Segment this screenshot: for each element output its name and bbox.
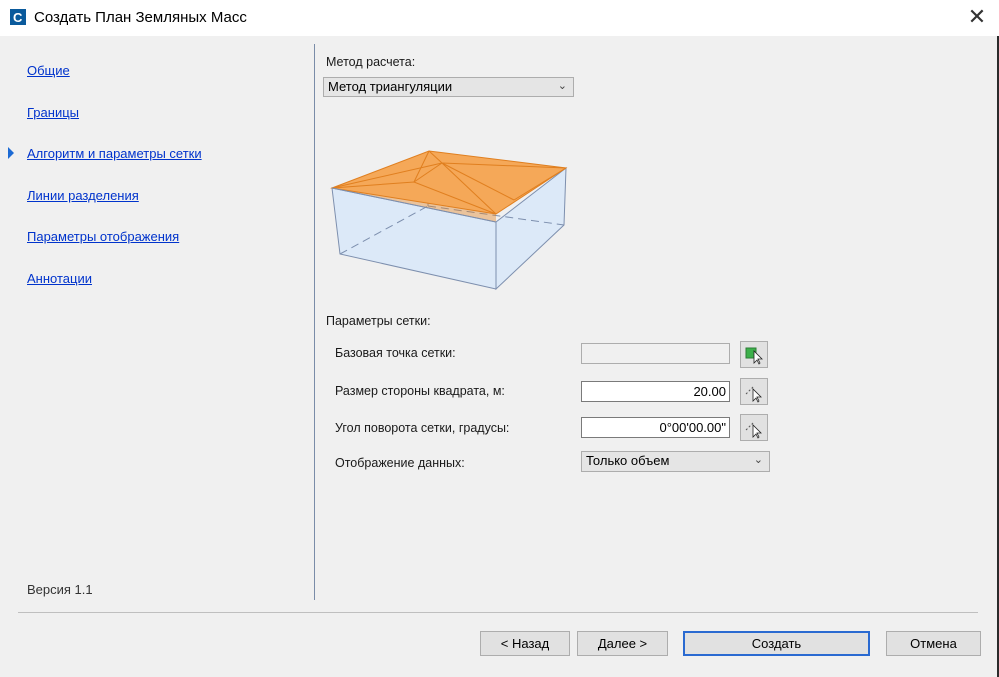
create-button[interactable]: Создать [683, 631, 870, 656]
pick-point-icon [745, 347, 763, 365]
nav-item-split-lines[interactable]: Линии разделения [27, 188, 139, 203]
rotation-field[interactable]: 0°00'00.00" [581, 417, 730, 438]
chevron-down-icon: ⌄ [557, 80, 567, 92]
svg-text:C: C [13, 10, 23, 25]
version-label: Версия 1.1 [27, 582, 93, 597]
pick-angle-icon [745, 421, 762, 439]
method-label: Метод расчета: [326, 55, 416, 69]
method-select[interactable]: Метод триангуляции ⌄ [323, 77, 574, 97]
current-step-arrow-icon [8, 147, 14, 159]
nav-item-display-params[interactable]: Параметры отображения [27, 229, 179, 244]
square-size-field[interactable]: 20.00 [581, 381, 730, 402]
pick-angle-button[interactable] [740, 414, 768, 441]
pick-base-point-button[interactable] [740, 341, 768, 368]
nav-item-general[interactable]: Общие [27, 63, 70, 78]
civil3d-app-icon: C [10, 9, 26, 25]
nav-item-annotations[interactable]: Аннотации [27, 271, 92, 286]
vertical-divider [314, 44, 315, 600]
title-bar: C Создать План Земляных Масс ✕ [0, 0, 999, 36]
grid-params-header: Параметры сетки: [326, 314, 431, 328]
pick-distance-button[interactable] [740, 378, 768, 405]
triangulation-illustration [330, 150, 568, 291]
base-point-field[interactable] [581, 343, 730, 364]
nav-item-boundaries[interactable]: Границы [27, 105, 79, 120]
close-icon[interactable]: ✕ [962, 4, 992, 30]
data-display-label: Отображение данных: [335, 456, 465, 470]
method-select-value: Метод триангуляции [328, 79, 453, 94]
next-button[interactable]: Далее > [577, 631, 668, 656]
rotation-label: Угол поворота сетки, градусы: [335, 421, 510, 435]
base-point-label: Базовая точка сетки: [335, 346, 456, 360]
window-title: Создать План Земляных Масс [34, 9, 247, 26]
footer-divider [18, 612, 978, 613]
chevron-down-icon: ⌄ [753, 454, 763, 466]
data-display-value: Только объем [586, 453, 670, 468]
dialog-body: Общие Границы Алгоритм и параметры сетки… [0, 36, 999, 677]
wizard-navigation: Общие Границы Алгоритм и параметры сетки… [0, 36, 315, 601]
cancel-button[interactable]: Отмена [886, 631, 981, 656]
data-display-select[interactable]: Только объем ⌄ [581, 451, 770, 472]
back-button[interactable]: < Назад [480, 631, 570, 656]
pick-distance-icon [745, 385, 762, 403]
nav-item-algorithm[interactable]: Алгоритм и параметры сетки [27, 146, 202, 161]
square-size-label: Размер стороны квадрата, м: [335, 384, 505, 398]
